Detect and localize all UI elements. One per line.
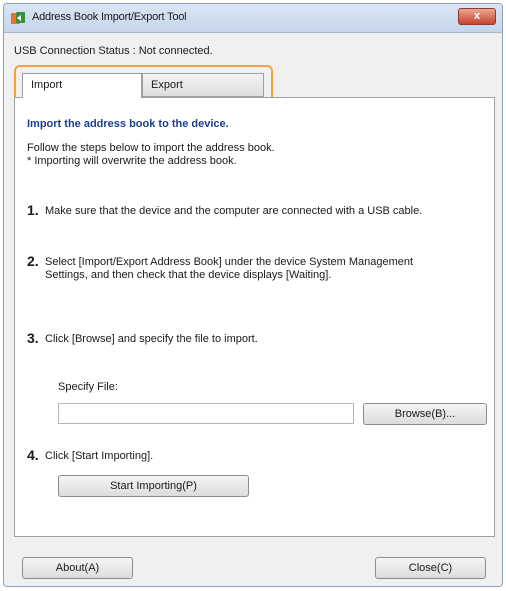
start-importing-button[interactable]: Start Importing(P): [58, 475, 249, 497]
step-1-text: Make sure that the device and the comput…: [45, 205, 423, 217]
app-icon: [11, 12, 25, 24]
step-2-number: 2.: [27, 253, 39, 269]
tool-window: Address Book Import/Export Tool x USB Co…: [3, 3, 503, 587]
title-bar[interactable]: Address Book Import/Export Tool x: [4, 4, 502, 33]
specify-file-label: Specify File:: [58, 381, 118, 393]
intro-text-2: * Importing will overwrite the address b…: [27, 155, 237, 167]
usb-status-text: USB Connection Status : Not connected.: [14, 45, 213, 57]
step-1-number: 1.: [27, 202, 39, 218]
browse-button[interactable]: Browse(B)...: [363, 403, 487, 425]
step-3-text: Click [Browse] and specify the file to i…: [45, 333, 258, 345]
panel-heading: Import the address book to the device.: [27, 118, 229, 130]
about-button[interactable]: About(A): [22, 557, 133, 579]
window-close-button[interactable]: x: [458, 8, 496, 25]
step-3-number: 3.: [27, 330, 39, 346]
import-panel: Import the address book to the device. F…: [14, 97, 495, 537]
step-2-text-line-2: Settings, and then check that the device…: [45, 269, 332, 281]
window-title: Address Book Import/Export Tool: [32, 11, 187, 23]
close-button[interactable]: Close(C): [375, 557, 486, 579]
step-4-text: Click [Start Importing].: [45, 450, 154, 462]
tab-export[interactable]: Export: [142, 73, 264, 97]
step-2-text-line-1: Select [Import/Export Address Book] unde…: [45, 256, 414, 268]
tab-import[interactable]: Import: [22, 73, 142, 98]
intro-text-1: Follow the steps below to import the add…: [27, 142, 275, 154]
step-4-number: 4.: [27, 447, 39, 463]
file-path-input[interactable]: [58, 403, 354, 424]
